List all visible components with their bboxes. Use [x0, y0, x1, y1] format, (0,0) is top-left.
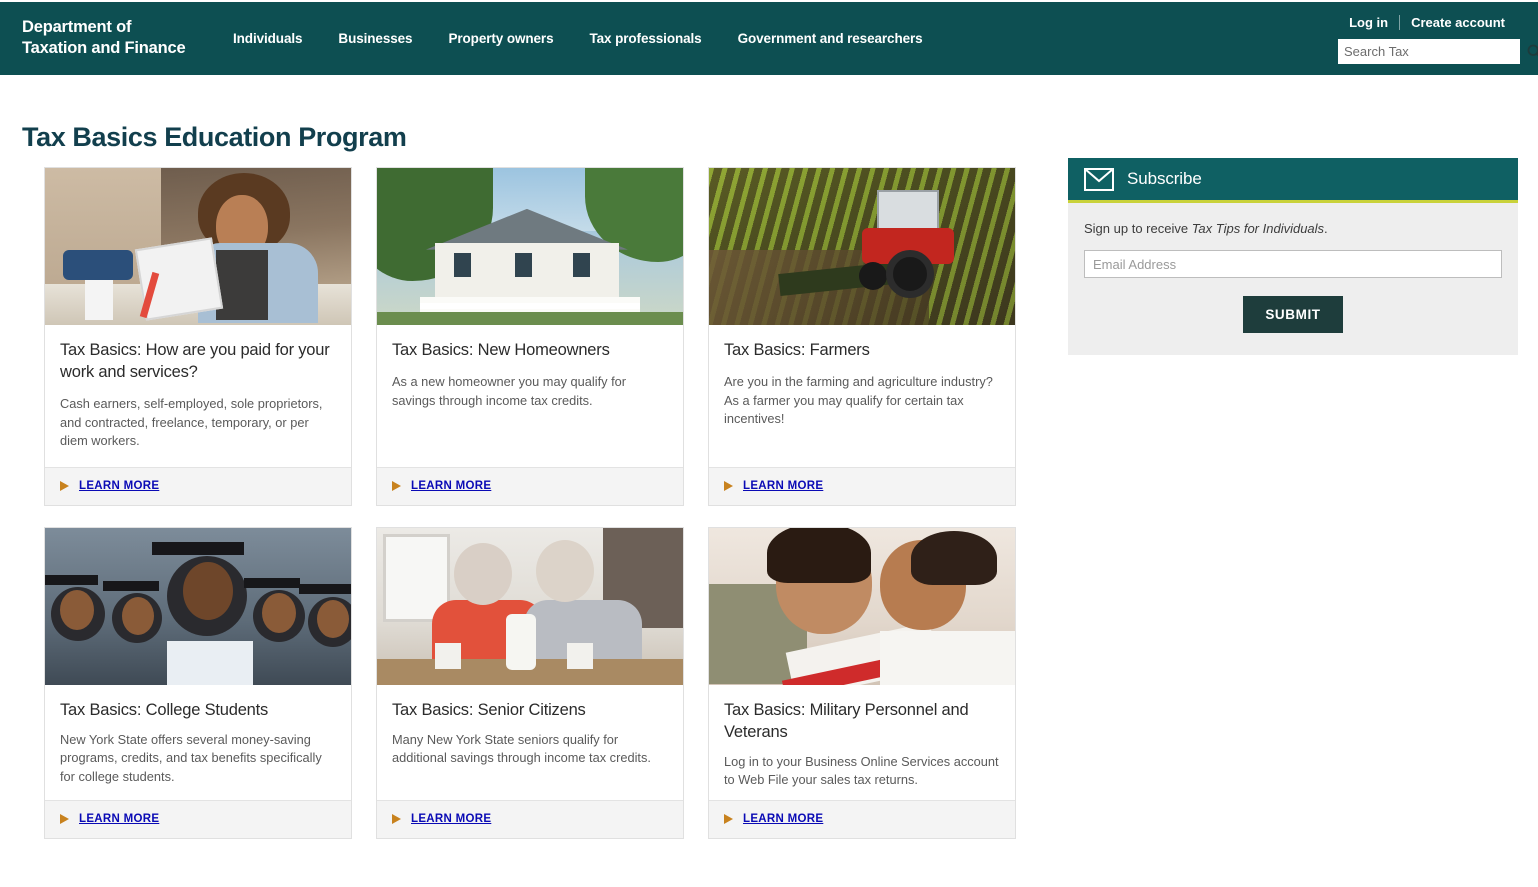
subscribe-title: Subscribe: [1127, 169, 1202, 188]
card-row-2: Tax Basics: College Students New York St…: [44, 526, 1034, 839]
page-title: Tax Basics Education Program: [22, 122, 407, 153]
subscribe-text-suffix: .: [1324, 221, 1328, 236]
card-description: Log in to your Business Online Services …: [724, 753, 999, 788]
search-input[interactable]: [1338, 40, 1526, 63]
card-new-homeowners[interactable]: Tax Basics: New Homeowners As a new home…: [376, 167, 684, 506]
subscribe-description: Sign up to receive Tax Tips for Individu…: [1084, 221, 1502, 236]
arrow-right-icon: [724, 814, 733, 824]
card-how-are-you-paid[interactable]: Tax Basics: How are you paid for your wo…: [44, 167, 352, 506]
card-row-1: Tax Basics: How are you paid for your wo…: [44, 167, 1034, 506]
utility-links: Log in Create account: [1338, 15, 1516, 30]
card-footer: LEARN MORE: [709, 799, 1015, 838]
nav-item-tax-professionals[interactable]: Tax professionals: [590, 31, 702, 46]
card-body: Tax Basics: College Students New York St…: [45, 685, 351, 800]
card-image-military-family: [709, 527, 1015, 685]
card-body: Tax Basics: Senior Citizens Many New Yor…: [377, 685, 683, 800]
nav-item-businesses[interactable]: Businesses: [338, 31, 412, 46]
arrow-right-icon: [392, 814, 401, 824]
subscribe-body: Sign up to receive Tax Tips for Individu…: [1068, 203, 1518, 355]
arrow-right-icon: [724, 481, 733, 491]
search-submit-button[interactable]: [1526, 39, 1538, 64]
card-title: Tax Basics: College Students: [60, 700, 269, 719]
learn-more-link[interactable]: LEARN MORE: [411, 813, 491, 825]
card-image-workshop: [45, 168, 351, 325]
card-footer: LEARN MORE: [45, 799, 351, 838]
submit-button[interactable]: SUBMIT: [1243, 296, 1343, 333]
card-image-tractor: [709, 168, 1015, 325]
card-farmers[interactable]: Tax Basics: Farmers Are you in the farmi…: [708, 167, 1016, 506]
learn-more-link[interactable]: LEARN MORE: [411, 480, 491, 492]
card-image-house: [377, 168, 683, 325]
card-title: Tax Basics: Military Personnel and Veter…: [724, 700, 969, 741]
arrow-right-icon: [60, 814, 69, 824]
card-footer: LEARN MORE: [377, 799, 683, 838]
card-footer: LEARN MORE: [45, 466, 351, 505]
card-description: As a new homeowner you may qualify for s…: [392, 374, 627, 408]
main-navigation: Individuals Businesses Property owners T…: [233, 31, 923, 46]
learn-more-link[interactable]: LEARN MORE: [743, 813, 823, 825]
card-body: Tax Basics: Farmers Are you in the farmi…: [709, 325, 1015, 467]
card-description: Cash earners, self-employed, sole propri…: [60, 396, 323, 448]
card-body: Tax Basics: Military Personnel and Veter…: [709, 685, 1015, 800]
card-description: Many New York State seniors qualify for …: [392, 731, 651, 766]
site-header: Department of Taxation and Finance Indiv…: [0, 2, 1538, 75]
card-description: Are you in the farming and agriculture i…: [724, 374, 993, 426]
create-account-link[interactable]: Create account: [1400, 15, 1516, 30]
card-body: Tax Basics: New Homeowners As a new home…: [377, 325, 683, 467]
card-image-seniors: [377, 527, 683, 685]
search-icon: [1527, 44, 1538, 57]
card-college-students[interactable]: Tax Basics: College Students New York St…: [44, 526, 352, 839]
arrow-right-icon: [60, 481, 69, 491]
email-input[interactable]: [1084, 250, 1502, 278]
card-body: Tax Basics: How are you paid for your wo…: [45, 325, 351, 467]
learn-more-link[interactable]: LEARN MORE: [743, 480, 823, 492]
card-image-graduates: [45, 527, 351, 685]
subscribe-panel: Subscribe Sign up to receive Tax Tips fo…: [1068, 158, 1518, 355]
arrow-right-icon: [392, 481, 401, 491]
search-box: [1338, 39, 1538, 64]
site-brand[interactable]: Department of Taxation and Finance: [22, 17, 186, 59]
log-in-link[interactable]: Log in: [1338, 15, 1399, 30]
card-title: Tax Basics: Farmers: [724, 341, 870, 359]
card-footer: LEARN MORE: [709, 466, 1015, 505]
card-title: Tax Basics: Senior Citizens: [392, 700, 586, 719]
card-title: Tax Basics: New Homeowners: [392, 341, 610, 359]
subscribe-text-emphasis: Tax Tips for Individuals: [1191, 221, 1325, 236]
card-military-personnel-and-veterans[interactable]: Tax Basics: Military Personnel and Veter…: [708, 526, 1016, 839]
subscribe-text-prefix: Sign up to receive: [1084, 221, 1192, 236]
card-footer: LEARN MORE: [377, 466, 683, 505]
nav-item-government-and-researchers[interactable]: Government and researchers: [738, 31, 923, 46]
card-senior-citizens[interactable]: Tax Basics: Senior Citizens Many New Yor…: [376, 526, 684, 839]
envelope-icon: [1084, 167, 1114, 191]
card-title: Tax Basics: How are you paid for your wo…: [60, 341, 330, 381]
learn-more-link[interactable]: LEARN MORE: [79, 480, 159, 492]
card-grid: Tax Basics: How are you paid for your wo…: [44, 167, 1034, 839]
nav-item-property-owners[interactable]: Property owners: [448, 31, 553, 46]
submit-row: SUBMIT: [1084, 296, 1502, 333]
learn-more-link[interactable]: LEARN MORE: [79, 813, 159, 825]
subscribe-header: Subscribe: [1068, 158, 1518, 203]
nav-item-individuals[interactable]: Individuals: [233, 31, 303, 46]
card-description: New York State offers several money-savi…: [60, 731, 322, 784]
